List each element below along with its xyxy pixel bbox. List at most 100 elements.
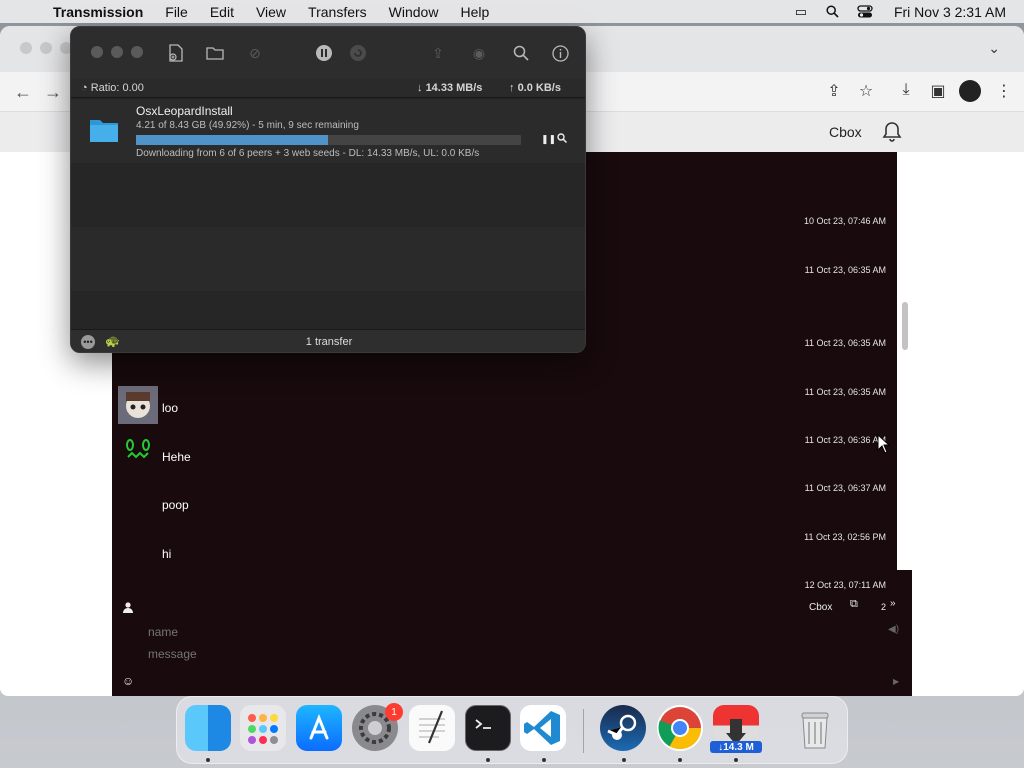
browser-close-button[interactable] xyxy=(20,42,32,54)
torrent-row[interactable]: OsxLeopardInstall 4.21 of 8.43 GB (49.92… xyxy=(71,99,585,163)
transmission-window: ⊘ ⇪ ◉ ◔ Ratio: 0.00 ↓ 14.33 MB/s ↑ 0.0 K… xyxy=(70,26,586,353)
bell-icon[interactable] xyxy=(880,120,904,144)
empty-row xyxy=(71,291,585,329)
running-indicator xyxy=(678,758,682,762)
running-indicator xyxy=(622,758,626,762)
transmission-footer: ••• 🐢 1 transfer xyxy=(71,329,585,352)
message-text: Hehe xyxy=(162,450,191,464)
progress-text: 4.21 of 8.43 GB (49.92%) - 5 min, 9 sec … xyxy=(136,120,359,131)
cbox-title: Cbox xyxy=(829,124,862,140)
resume-all-icon[interactable] xyxy=(347,42,369,64)
spotlight-search-icon[interactable] xyxy=(824,5,842,19)
finder-icon[interactable] xyxy=(185,705,231,751)
chat-scrollbar-track[interactable] xyxy=(897,152,912,570)
menu-transfers[interactable]: Transfers xyxy=(308,4,367,20)
vscode-icon[interactable] xyxy=(520,705,566,751)
double-chevron-down-icon[interactable]: » xyxy=(890,598,896,609)
timestamp: 11 Oct 23, 02:56 PM xyxy=(804,532,886,542)
upload-rate: ↑ 0.0 KB/s xyxy=(509,82,561,94)
screen-mirroring-icon[interactable]: ▭ xyxy=(792,4,810,19)
sound-icon[interactable]: ◀) xyxy=(888,624,899,635)
app-store-icon[interactable] xyxy=(296,705,342,751)
dock-separator xyxy=(583,709,584,753)
menu-window[interactable]: Window xyxy=(389,4,439,20)
menu-help[interactable]: Help xyxy=(460,4,489,20)
running-indicator xyxy=(486,758,490,762)
mouse-cursor-icon xyxy=(877,434,891,454)
forward-arrow-icon[interactable]: → xyxy=(44,82,62,103)
dock: 1 xyxy=(176,696,848,764)
empty-row xyxy=(71,227,585,291)
cbox-link[interactable]: Cbox xyxy=(809,602,832,613)
pause-icon[interactable]: ❚❚ xyxy=(541,134,556,145)
timestamp: 11 Oct 23, 06:36 AM xyxy=(804,435,886,445)
open-torrent-icon[interactable] xyxy=(165,42,187,64)
control-center-icon[interactable] xyxy=(856,5,874,19)
textedit-icon[interactable] xyxy=(409,705,455,751)
bookmark-star-icon[interactable]: ☆ xyxy=(855,81,877,101)
downloads-icon[interactable]: ⤓ xyxy=(895,81,917,99)
menu-file[interactable]: File xyxy=(165,4,188,20)
menu-clock[interactable]: Fri Nov 3 2:31 AM xyxy=(894,4,1006,20)
upload-rate-text: 0.0 KB/s xyxy=(517,82,561,94)
timestamp: 11 Oct 23, 06:35 AM xyxy=(804,265,886,275)
minimize-button[interactable] xyxy=(111,46,123,58)
share-icon[interactable]: ⇪ xyxy=(823,81,845,101)
terminal-icon[interactable] xyxy=(465,705,511,751)
sidebar-icon[interactable]: ▣ xyxy=(927,81,949,101)
quicklook-eye-icon[interactable]: ◉ xyxy=(468,42,490,64)
message-input[interactable] xyxy=(148,646,748,662)
more-menu-icon[interactable]: ⋮ xyxy=(993,81,1015,101)
running-indicator xyxy=(734,758,738,762)
avatar[interactable] xyxy=(118,386,158,424)
message-text: hi xyxy=(162,547,172,561)
search-icon[interactable] xyxy=(510,42,532,64)
timestamp: 11 Oct 23, 06:37 AM xyxy=(804,483,886,493)
timestamp: 10 Oct 23, 07:46 AM xyxy=(803,216,886,226)
back-arrow-icon[interactable]: ← xyxy=(14,82,32,103)
share-icon[interactable]: ⇪ xyxy=(427,42,449,64)
chrome-icon[interactable] xyxy=(657,705,703,751)
user-icon[interactable] xyxy=(122,601,134,613)
send-arrow-icon[interactable]: ▶ xyxy=(893,677,899,686)
folder-icon xyxy=(90,120,118,142)
status-bar: ◔ Ratio: 0.00 ↓ 14.33 MB/s ↑ 0.0 KB/s xyxy=(71,79,585,98)
progress-bar-fill xyxy=(136,135,329,145)
transmission-dock-rate-text: 14.3 M xyxy=(723,741,754,753)
message-text: loo xyxy=(162,401,179,415)
transfer-count: 1 transfer xyxy=(305,336,353,348)
external-link-icon[interactable]: ⧉ xyxy=(850,598,858,611)
download-rate: ↓ 14.33 MB/s xyxy=(417,82,483,94)
launchpad-icon[interactable] xyxy=(240,705,286,751)
profile-icon[interactable] xyxy=(959,80,981,102)
close-button[interactable] xyxy=(91,46,103,58)
menu-edit[interactable]: Edit xyxy=(210,4,234,20)
remove-icon[interactable]: ⊘ xyxy=(244,42,266,64)
progress-bar xyxy=(136,135,521,145)
info-icon[interactable] xyxy=(549,42,571,64)
chat-scrollbar-thumb[interactable] xyxy=(902,302,908,350)
open-folder-icon[interactable] xyxy=(204,42,226,64)
emoji-icon[interactable]: ☺ xyxy=(122,674,134,688)
transmission-dock-rate: ↓ 14.3 M xyxy=(710,741,762,753)
notification-badge: 1 xyxy=(385,703,403,721)
avatar[interactable] xyxy=(118,435,158,473)
browser-minimize-button[interactable] xyxy=(40,42,52,54)
running-indicator xyxy=(542,758,546,762)
menu-app-name[interactable]: Transmission xyxy=(53,4,143,20)
ratio-display[interactable]: ◔ Ratio: 0.00 xyxy=(81,82,144,94)
zoom-button[interactable] xyxy=(131,46,143,58)
name-input[interactable] xyxy=(148,624,748,640)
ratio-text: Ratio: 0.00 xyxy=(90,82,144,94)
trash-icon[interactable] xyxy=(792,705,838,751)
timestamp: 12 Oct 23, 07:11 AM xyxy=(804,580,886,590)
reveal-magnifier-icon[interactable] xyxy=(557,133,568,146)
message-text: poop xyxy=(162,498,189,512)
steam-icon[interactable] xyxy=(600,705,646,751)
chat-compose-area: Cbox ⧉ 2 » ◀) xyxy=(112,594,912,696)
pause-all-icon[interactable] xyxy=(313,42,335,64)
tab-search-chevron-icon[interactable]: ⌄ xyxy=(988,40,1000,57)
transmission-toolbar: ⊘ ⇪ ◉ xyxy=(71,27,585,79)
menu-view[interactable]: View xyxy=(256,4,286,20)
timestamp: 11 Oct 23, 06:35 AM xyxy=(804,338,886,348)
